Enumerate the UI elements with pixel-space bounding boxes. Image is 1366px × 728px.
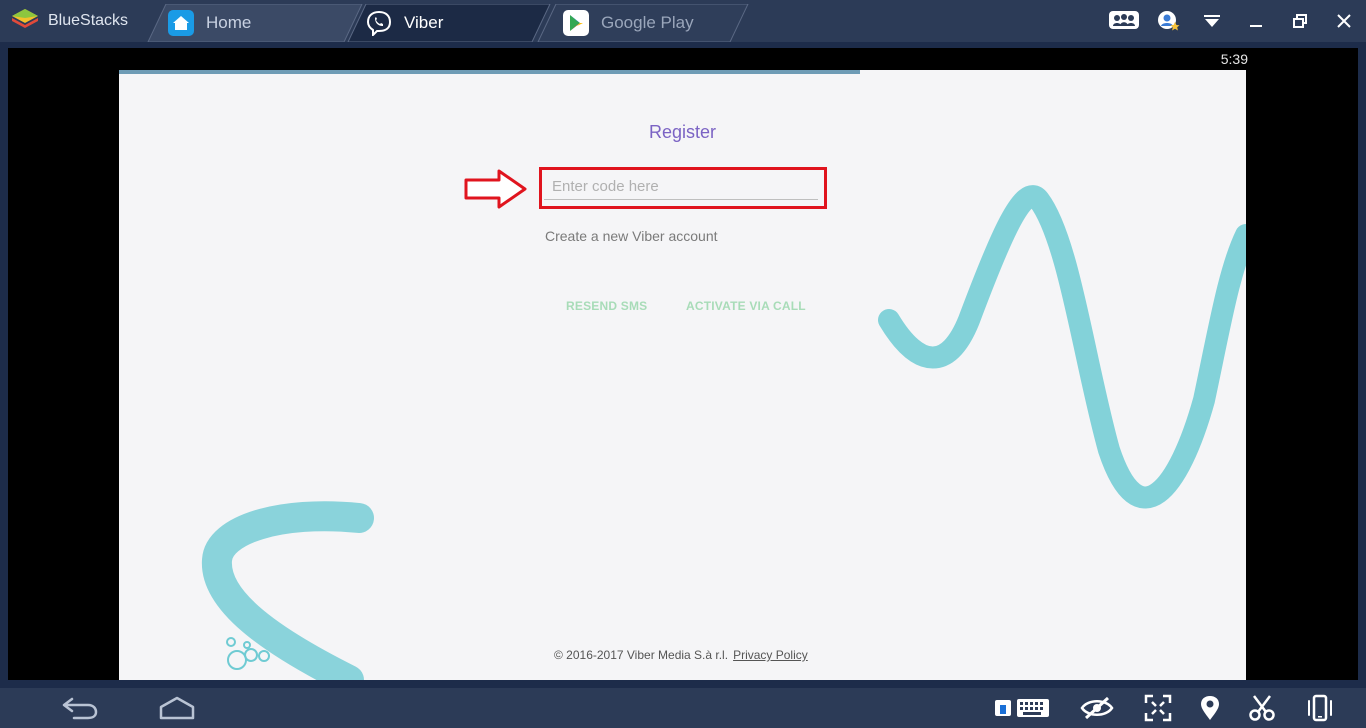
home-outline-icon bbox=[159, 696, 195, 720]
rotate-device-button[interactable] bbox=[1300, 688, 1340, 728]
keyboard-button[interactable] bbox=[992, 688, 1052, 728]
title-bar: BlueStacks Home Viber Google Play bbox=[0, 0, 1366, 42]
tab-viber[interactable]: Viber bbox=[358, 4, 548, 42]
scissors-icon bbox=[1249, 695, 1275, 721]
home-nav-button[interactable] bbox=[152, 688, 202, 728]
copyright-text: © 2016-2017 Viber Media S.à r.l. bbox=[554, 648, 729, 662]
keyboard-icon bbox=[995, 699, 1049, 717]
page-title: Register bbox=[648, 122, 717, 142]
eye-off-icon bbox=[1080, 696, 1114, 720]
viber-icon bbox=[366, 10, 392, 36]
footer: © 2016-2017 Viber Media S.à r.l. Privacy … bbox=[554, 648, 808, 662]
multi-instance-button[interactable] bbox=[1102, 0, 1146, 42]
home-icon bbox=[168, 10, 194, 36]
tab-label: Viber bbox=[404, 13, 444, 32]
account-badge-icon bbox=[1158, 11, 1180, 31]
window-controls bbox=[1102, 0, 1366, 42]
decorative-wave bbox=[201, 185, 1246, 680]
arrow-right-icon bbox=[464, 169, 527, 209]
fullscreen-icon bbox=[1144, 694, 1172, 722]
google-play-icon bbox=[563, 10, 589, 36]
map-pin-icon bbox=[1201, 696, 1219, 720]
restore-button[interactable] bbox=[1278, 0, 1322, 42]
tab-label: Home bbox=[206, 13, 252, 32]
close-button[interactable] bbox=[1322, 0, 1366, 42]
menu-dropdown-button[interactable] bbox=[1190, 0, 1234, 42]
resend-sms-button[interactable]: RESEND SMS bbox=[566, 299, 647, 313]
activate-via-call-button[interactable]: ACTIVATE VIA CALL bbox=[686, 299, 806, 313]
tab-label: Google Play bbox=[601, 13, 694, 32]
back-arrow-icon bbox=[62, 697, 98, 720]
code-input[interactable] bbox=[544, 174, 818, 200]
privacy-policy-link[interactable]: Privacy Policy bbox=[733, 648, 808, 662]
minimize-button[interactable] bbox=[1234, 0, 1278, 42]
bluestacks-logo-icon bbox=[10, 6, 40, 37]
tab-home[interactable]: Home bbox=[160, 4, 360, 42]
brand-name: BlueStacks bbox=[48, 12, 129, 29]
restore-icon bbox=[1293, 14, 1307, 28]
account-button[interactable] bbox=[1146, 0, 1190, 42]
people-icon bbox=[1109, 11, 1139, 29]
phone-shake-icon bbox=[1308, 694, 1332, 722]
visibility-toggle-button[interactable] bbox=[1077, 688, 1117, 728]
android-screen: 5:39 Register Create a new Viber account… bbox=[8, 48, 1358, 680]
minimize-icon bbox=[1250, 25, 1262, 27]
chevron-down-icon bbox=[1204, 15, 1220, 27]
create-account-link[interactable]: Create a new Viber account bbox=[545, 228, 718, 244]
close-icon bbox=[1337, 14, 1351, 28]
fullscreen-button[interactable] bbox=[1138, 688, 1178, 728]
location-button[interactable] bbox=[1190, 688, 1230, 728]
tab-google-play[interactable]: Google Play bbox=[555, 4, 755, 42]
viber-register-screen: Register Create a new Viber account RESE… bbox=[119, 70, 1246, 680]
bottom-toolbar bbox=[0, 688, 1366, 728]
screenshot-button[interactable] bbox=[1242, 688, 1282, 728]
bluestacks-brand[interactable]: BlueStacks bbox=[10, 8, 128, 34]
status-time: 5:39 bbox=[1220, 51, 1248, 67]
back-button[interactable] bbox=[55, 688, 105, 728]
